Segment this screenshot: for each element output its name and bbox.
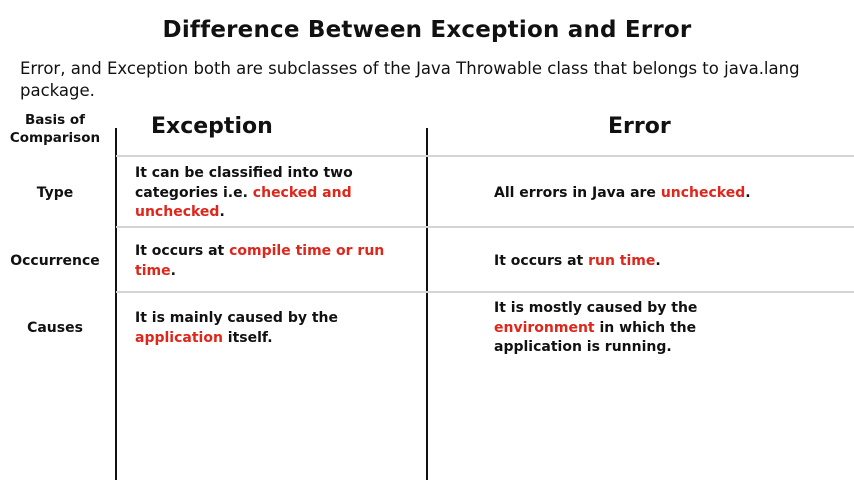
cell-highlight: unchecked xyxy=(660,185,746,201)
cell-text: . xyxy=(745,185,751,201)
cell-type-exception: It can be classified into two categories… xyxy=(135,164,405,223)
row-divider-3 xyxy=(116,291,854,293)
row-divider-2 xyxy=(116,226,854,228)
vertical-divider-left xyxy=(115,128,117,480)
header-error: Error xyxy=(608,114,671,139)
row-label-causes: Causes xyxy=(27,320,83,336)
header-basis-line2: Comparison xyxy=(9,130,101,146)
row-label-type: Type xyxy=(36,185,74,201)
cell-text: All errors in Java are xyxy=(494,185,661,201)
header-basis: Basis of Comparison xyxy=(0,111,110,147)
row-divider-1 xyxy=(116,155,854,157)
header-exception: Exception xyxy=(151,114,273,139)
cell-text: . xyxy=(219,204,225,220)
cell-text: . xyxy=(655,253,661,269)
cell-text: itself. xyxy=(222,329,273,346)
cell-text: It occurs at xyxy=(494,253,589,269)
page-title: Difference Between Exception and Error xyxy=(162,17,692,43)
row-label-occurrence: Occurrence xyxy=(10,253,100,269)
cell-occurrence-exception: It occurs at compile time or run time. xyxy=(135,242,415,281)
cell-text: It is mostly caused by the xyxy=(494,300,698,316)
cell-highlight: environment xyxy=(494,319,595,336)
vertical-divider-right xyxy=(426,128,428,480)
cell-highlight: application xyxy=(135,329,223,346)
cell-causes-exception: It is mainly caused by the application i… xyxy=(135,309,365,348)
cell-text: . xyxy=(170,262,176,279)
cell-highlight: run time xyxy=(588,253,656,269)
cell-occurrence-error: It occurs at run time. xyxy=(494,252,834,272)
cell-text: It occurs at xyxy=(135,243,230,259)
cell-causes-error: It is mostly caused by the environment i… xyxy=(494,299,734,358)
cell-text: It is mainly caused by the xyxy=(135,310,338,326)
intro-text: Error, and Exception both are subclasses… xyxy=(20,59,800,100)
cell-type-error: All errors in Java are unchecked. xyxy=(494,184,834,204)
header-basis-line1: Basis of xyxy=(25,112,85,128)
